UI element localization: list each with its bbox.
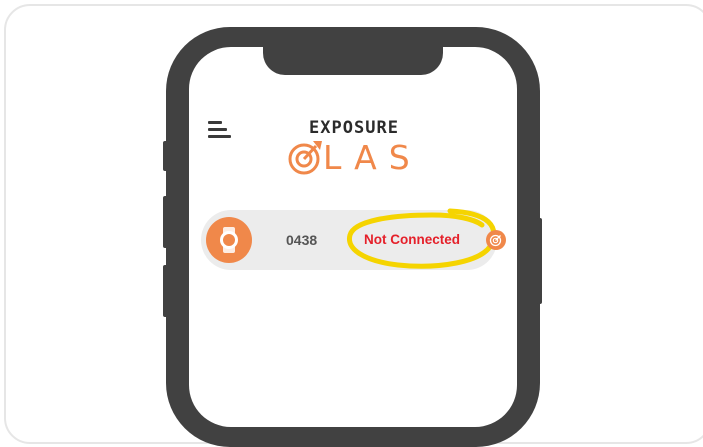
hamburger-menu-icon[interactable]	[208, 121, 232, 139]
connection-status: Not Connected	[364, 232, 460, 247]
watch-icon	[220, 227, 238, 253]
device-avatar	[206, 217, 252, 263]
target-arrow-icon[interactable]	[486, 230, 506, 250]
phone-side-button-volume-up	[163, 196, 169, 248]
phone-side-button-power	[537, 218, 542, 304]
app-logo: LAS	[287, 138, 422, 178]
target-arrow-icon	[288, 141, 322, 175]
device-id: 0438	[286, 232, 318, 248]
phone-notch	[263, 40, 443, 75]
phone-side-button-silent	[163, 141, 169, 171]
phone-side-button-volume-down	[163, 265, 169, 317]
app-logo-wordmark: EXPOSURE	[309, 118, 399, 138]
app-logo-subtitle: LAS	[323, 138, 422, 177]
